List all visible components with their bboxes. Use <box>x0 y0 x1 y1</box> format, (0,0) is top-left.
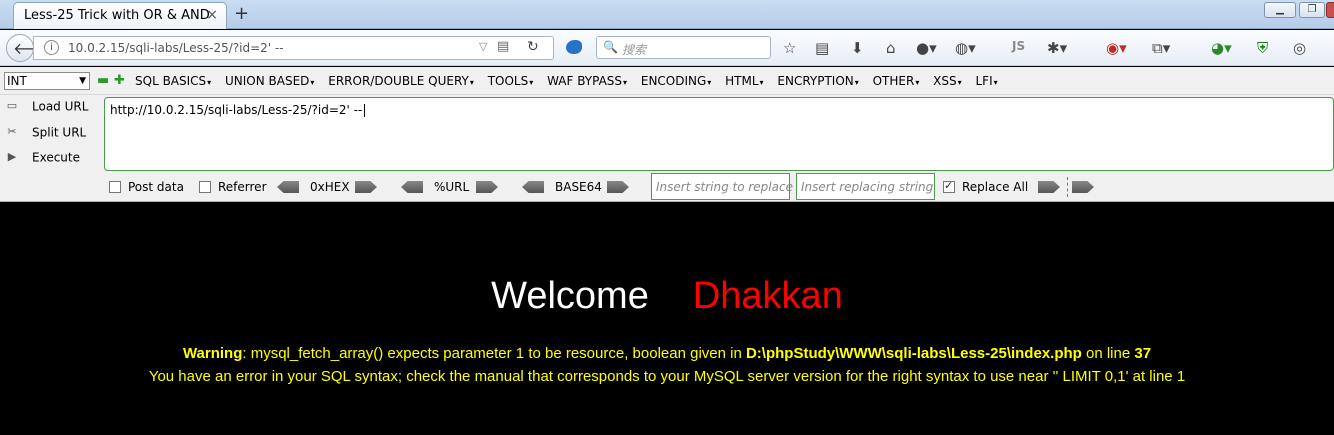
welcome-heading: Welcome Dhakkan <box>0 275 1334 318</box>
back-button[interactable]: 🡐 <box>6 34 56 62</box>
replacing-string-input[interactable]: Insert replacing string <box>796 173 935 200</box>
referrer-label: Referrer <box>218 180 267 194</box>
bug-addon-icon[interactable]: ✱▾ <box>1047 39 1067 57</box>
page-content: Welcome Dhakkan Warning: mysql_fetch_arra… <box>0 203 1334 435</box>
execute-button[interactable]: ▶ Execute <box>4 150 80 166</box>
post-data-label: Post data <box>128 180 184 194</box>
url-decode-arrow-icon[interactable] <box>401 181 423 193</box>
replace-string-placeholder: Insert string to replace <box>656 180 793 194</box>
page-tools-icon[interactable]: ⧉▾ <box>1152 39 1170 57</box>
info-icon[interactable]: i <box>44 40 59 55</box>
replace-all-checkbox[interactable] <box>943 179 955 193</box>
separator <box>1067 177 1068 197</box>
javascript-icon[interactable]: JS <box>1012 39 1025 53</box>
address-bar[interactable]: i 10.0.2.15/sqli-labs/Less-25/?id=2' -- … <box>33 36 554 60</box>
address-text: 10.0.2.15/sqli-labs/Less-25/?id=2' -- <box>68 41 284 55</box>
hackbar-menu-bar: INT ▼ ▬ ✚ SQL BASICS UNION BASED ERROR/D… <box>0 67 1334 95</box>
hackbar-addon-icon[interactable]: ◉▾ <box>1106 39 1127 57</box>
warning-path: D:\phpStudy\WWW\sqli-labs\Less-25\index.… <box>745 345 1082 362</box>
menu-lfi[interactable]: LFI <box>975 74 997 88</box>
scissors-icon: ✂ <box>7 125 17 138</box>
increase-icon[interactable]: ✚ <box>114 73 125 88</box>
replace-string-input[interactable]: Insert string to replace <box>651 173 793 200</box>
menu-encoding[interactable]: ENCODING <box>641 74 711 88</box>
menu-xss[interactable]: XSS <box>933 74 961 88</box>
downloads-icon[interactable]: ⬇ <box>851 39 864 57</box>
tab-close-icon[interactable]: × <box>206 7 218 23</box>
shield-icon[interactable]: ⛨ <box>1257 39 1268 57</box>
php-warning: Warning: mysql_fetch_array() expects par… <box>0 345 1334 362</box>
menu-union-based[interactable]: UNION BASED <box>225 74 314 88</box>
hex-decode-arrow-icon[interactable] <box>277 181 299 193</box>
search-placeholder: 搜索 <box>622 43 647 57</box>
search-bar[interactable]: 🔍 搜索 <box>596 36 771 59</box>
menu-html[interactable]: HTML <box>725 74 763 88</box>
menu-error-double-query[interactable]: ERROR/DOUBLE QUERY <box>328 74 474 88</box>
bookmarks-list-icon[interactable]: ▤ <box>815 39 829 57</box>
replace-next-arrow-icon[interactable] <box>1072 181 1094 193</box>
base64-decode-arrow-icon[interactable] <box>522 181 544 193</box>
post-data-checkbox[interactable] <box>109 181 121 193</box>
network-icon[interactable]: ▤ <box>497 39 509 54</box>
base64-encode-arrow-icon[interactable] <box>607 181 629 193</box>
warning-text: : mysql_fetch_array() expects parameter … <box>242 345 746 362</box>
execute-label: Execute <box>32 150 80 165</box>
replacing-string-placeholder: Insert replacing string <box>801 180 934 194</box>
welcome-word: Welcome <box>491 275 649 317</box>
load-url-icon: ▭ <box>6 99 18 112</box>
bookmark-star-icon[interactable]: ☆ <box>783 39 796 57</box>
load-url-label: Load URL <box>32 99 89 114</box>
warning-line-number: 37 <box>1134 345 1152 362</box>
chevron-down-icon: ▼ <box>79 76 86 86</box>
hackbar-menu-items: SQL BASICS UNION BASED ERROR/DOUBLE QUER… <box>135 74 1008 88</box>
menu-other[interactable]: OTHER <box>873 74 920 88</box>
base64-label: BASE64 <box>555 180 602 194</box>
play-icon: ▶ <box>7 150 17 163</box>
bird-addon-icon[interactable] <box>566 40 582 54</box>
minimize-icon[interactable]: ▁ <box>1264 2 1296 18</box>
menu-tools[interactable]: TOOLS <box>488 74 534 88</box>
sql-error-message: You have an error in your SQL syntax; ch… <box>148 368 1186 385</box>
maximize-icon[interactable]: ❐ <box>1299 2 1325 18</box>
percent-url-label: %URL <box>434 180 470 194</box>
url-textarea[interactable]: http://10.0.2.15/sqli-labs/Less-25/?id=2… <box>104 97 1334 171</box>
hackbar-panel: ▭ Load URL ✂ Split URL ▶ Execute http://10.… <box>0 95 1334 202</box>
addon-globe-icon[interactable]: ●▾ <box>916 39 937 57</box>
url-textarea-value: http://10.0.2.15/sqli-labs/Less-25/?id=2… <box>110 103 365 117</box>
chrome-addon-icon[interactable]: ◕▾ <box>1211 39 1232 57</box>
tab-strip: Less-25 Trick with OR & AND × + ▁ ❐ <box>0 0 1334 29</box>
warning-label: Warning <box>182 345 243 362</box>
split-url-button[interactable]: ✂ Split URL <box>4 125 86 141</box>
reload-icon[interactable]: ↻ <box>527 39 539 55</box>
menu-sql-basics[interactable]: SQL BASICS <box>135 74 211 88</box>
navigation-bar: 🡐 i 10.0.2.15/sqli-labs/Less-25/?id=2' -… <box>0 30 1334 66</box>
search-icon: 🔍 <box>603 40 618 54</box>
split-url-label: Split URL <box>32 125 87 140</box>
load-url-button[interactable]: ▭ Load URL <box>4 99 89 115</box>
url-encode-arrow-icon[interactable] <box>476 181 498 193</box>
globe-icon[interactable]: ◎ <box>1293 39 1306 57</box>
welcome-name: Dhakkan <box>692 275 843 317</box>
hex-encode-arrow-icon[interactable] <box>355 181 377 193</box>
new-tab-icon[interactable]: + <box>234 3 249 24</box>
referrer-checkbox[interactable] <box>199 181 211 193</box>
menu-waf-bypass[interactable]: WAF BYPASS <box>547 74 627 88</box>
type-select-value: INT <box>7 74 27 88</box>
history-dropdown-icon[interactable]: ▽ <box>479 40 487 53</box>
decrease-icon[interactable]: ▬ <box>97 73 109 88</box>
hex-label: 0xHEX <box>310 180 350 194</box>
warning-online: on line <box>1081 345 1135 362</box>
menu-encryption[interactable]: ENCRYPTION <box>777 74 858 88</box>
home-icon[interactable]: ⌂ <box>886 39 896 57</box>
replace-all-label: Replace All <box>962 180 1029 194</box>
tab-active[interactable]: Less-25 Trick with OR & AND × <box>13 2 227 29</box>
replace-arrow-icon[interactable] <box>1038 181 1060 193</box>
cookie-icon[interactable]: ◍▾ <box>955 39 976 57</box>
type-select[interactable]: INT ▼ <box>4 72 90 90</box>
tab-title: Less-25 Trick with OR & AND <box>24 8 210 23</box>
close-window-icon[interactable] <box>1326 2 1334 18</box>
